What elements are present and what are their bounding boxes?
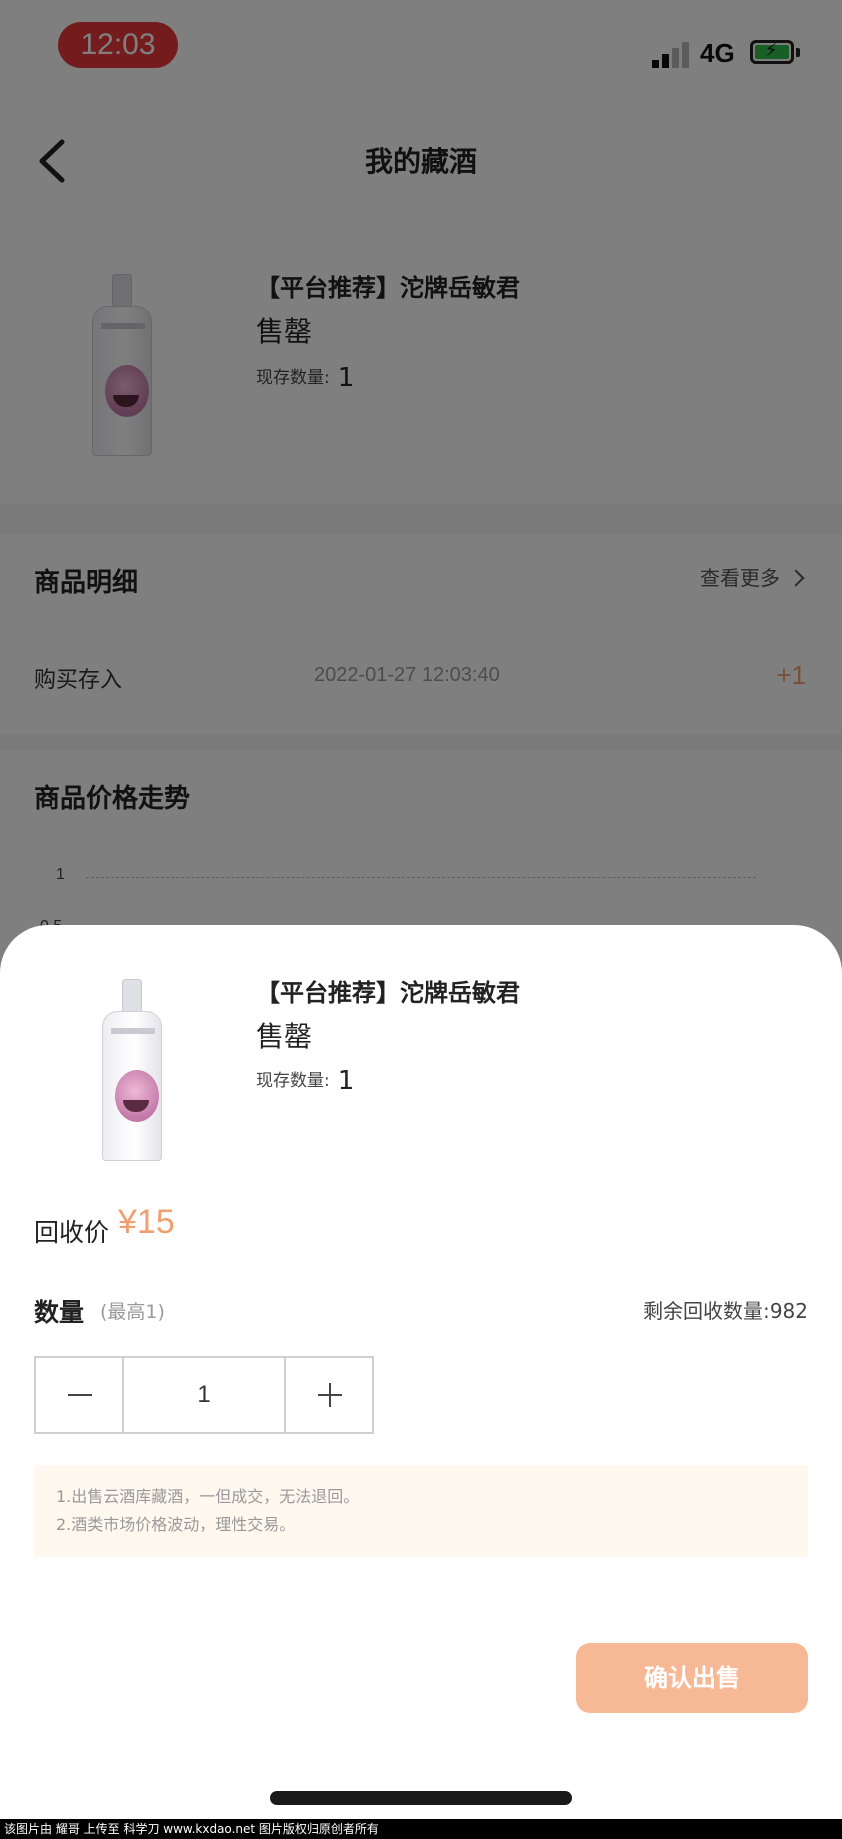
quantity-label: 数量 bbox=[34, 1298, 85, 1327]
quantity-stepper: 1 bbox=[34, 1356, 374, 1434]
sell-bottom-sheet: 【平台推荐】沱牌岳敏君 售罄 现存数量: 1 回收价 ¥15 数量 (最高1) 剩… bbox=[0, 925, 842, 1839]
remaining-recycle-count: 剩余回收数量:982 bbox=[643, 1295, 808, 1324]
sale-notice: 1.出售云酒库藏酒，一但成交，无法退回。 2.酒类市场价格波动，理性交易。 bbox=[34, 1465, 808, 1557]
stock-label: 现存数量: bbox=[256, 1071, 330, 1091]
notice-line: 2.酒类市场价格波动，理性交易。 bbox=[56, 1515, 296, 1534]
product-bottle-image bbox=[98, 979, 166, 1161]
decrement-button[interactable] bbox=[36, 1358, 122, 1432]
remaining-value: 982 bbox=[769, 1299, 808, 1323]
quantity-input[interactable]: 1 bbox=[122, 1358, 286, 1432]
home-indicator bbox=[270, 1791, 572, 1805]
increment-button[interactable] bbox=[286, 1358, 372, 1432]
watermark-text: 该图片由 耀哥 上传至 科学刀 www.kxdao.net 图片版权归原创者所有 bbox=[0, 1819, 842, 1839]
sheet-product-stock: 现存数量: 1 bbox=[256, 1063, 355, 1096]
sheet-product-status: 售罄 bbox=[256, 1020, 313, 1053]
recycle-price-label: 回收价 bbox=[34, 1218, 110, 1247]
quantity-max-hint: (最高1) bbox=[100, 1301, 165, 1323]
sheet-product-title: 【平台推荐】沱牌岳敏君 bbox=[256, 979, 520, 1007]
stock-value: 1 bbox=[337, 1066, 355, 1096]
notice-line: 1.出售云酒库藏酒，一但成交，无法退回。 bbox=[56, 1487, 360, 1506]
remaining-label: 剩余回收数量: bbox=[643, 1299, 770, 1323]
recycle-price-value: ¥15 bbox=[118, 1203, 175, 1241]
confirm-sell-button[interactable]: 确认出售 bbox=[576, 1643, 808, 1713]
